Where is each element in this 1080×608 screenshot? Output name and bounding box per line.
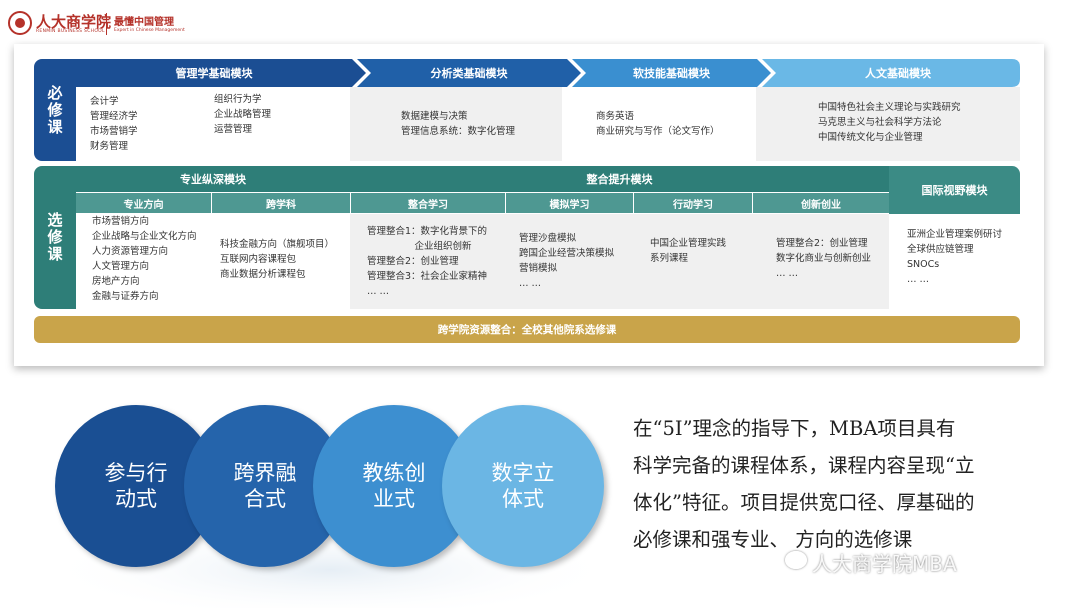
sub-interdisciplinary: 跨学科 (212, 193, 350, 213)
slogan: 最懂中国管理 (114, 17, 174, 28)
circle-digital: 数字立 体式 (442, 405, 604, 567)
analysis-content: 数据建模与决策 管理信息系统：数字化管理 (350, 87, 562, 161)
module-management-title: 管理学基础模块 (175, 67, 253, 80)
module-softskill-title: 软技能基础模块 (633, 67, 710, 80)
management-col1: 会计学 管理经济学 市场营销学 财务管理 (90, 96, 138, 152)
specialized-module-title: 专业纵深模块 (76, 166, 350, 192)
wechat-icon (785, 551, 807, 569)
school-logo-icon (8, 11, 32, 35)
specialized-content: 市场营销方向 企业战略与企业文化方向 人力资源管理方向 人文管理方向 房地产方向… (76, 214, 350, 309)
integrated-learning-list: 管理整合1：数字化背景下的 企业组织创新 管理整合2：创业管理 管理整合3：社会… (367, 226, 488, 297)
logo-divider (106, 13, 107, 35)
required-side-label: 必 修 课 (34, 59, 76, 161)
international-content: 亚洲企业管理案例研讨 全球供应链管理 SNOCs … … (889, 214, 1020, 309)
major-direction-list: 市场营销方向 企业战略与企业文化方向 人力资源管理方向 人文管理方向 房地产方向… (92, 216, 197, 302)
watermark: 人大商学院MBA (812, 552, 957, 576)
curriculum-diagram: 必 修 课 管理学基础模块 分析类基础模块 软技能基础模块 人文基础模块 会计学… (14, 44, 1044, 366)
sub-innovation: 创新创业 (753, 193, 889, 213)
action-learning-list: 中国企业管理实践 系列课程 (650, 238, 727, 264)
integration-module-title: 整合提升模块 (350, 166, 889, 192)
module-humanities-title: 人文基础模块 (865, 67, 931, 80)
management-col2: 组织行为学 企业战略管理 运营管理 (214, 94, 272, 135)
management-content: 会计学 管理经济学 市场营销学 财务管理 组织行为学 企业战略管理 运营管理 (76, 87, 350, 161)
elective-side-label: 选 修 课 (34, 166, 76, 309)
simulation-learning-list: 管理沙盘模拟 跨国企业经营决策模拟 营销模拟 … … (519, 233, 615, 289)
sub-simulation-learning: 模拟学习 (506, 193, 633, 213)
international-module-title: 国际视野模块 (889, 166, 1020, 214)
description-paragraph: 在“5I”理念的指导下，MBA项目具有 科学完备的课程体系，课程内容呈现“立 体… (633, 417, 975, 551)
humanities-content: 中国特色社会主义理论与实践研究 马克思主义与社会科学方法论 中国传统文化与企业管… (756, 87, 1020, 161)
sub-integrated-learning: 整合学习 (351, 193, 505, 213)
sub-major-direction: 专业方向 (76, 193, 211, 213)
integration-content: 管理整合1：数字化背景下的 企业组织创新 管理整合2：创业管理 管理整合3：社会… (350, 214, 889, 309)
school-name-en: RENMIN BUSINESS SCHOOL (36, 29, 105, 34)
sub-action-learning: 行动学习 (634, 193, 752, 213)
interdisciplinary-list: 科技金融方向（旗舰项目） 互联网内容课程包 商业数据分析课程包 (220, 239, 335, 280)
module-analysis-title: 分析类基础模块 (430, 67, 508, 80)
cross-college-bar: 跨学院资源整合：全校其他院系选修课 (34, 316, 1020, 343)
slogan-en: Expert in Chinese Management (114, 28, 185, 33)
innovation-list: 管理整合2：创业管理 数字化商业与创新创业 … … (776, 238, 872, 279)
softskill-content: 商务英语 商业研究与写作（论文写作） (564, 87, 754, 161)
